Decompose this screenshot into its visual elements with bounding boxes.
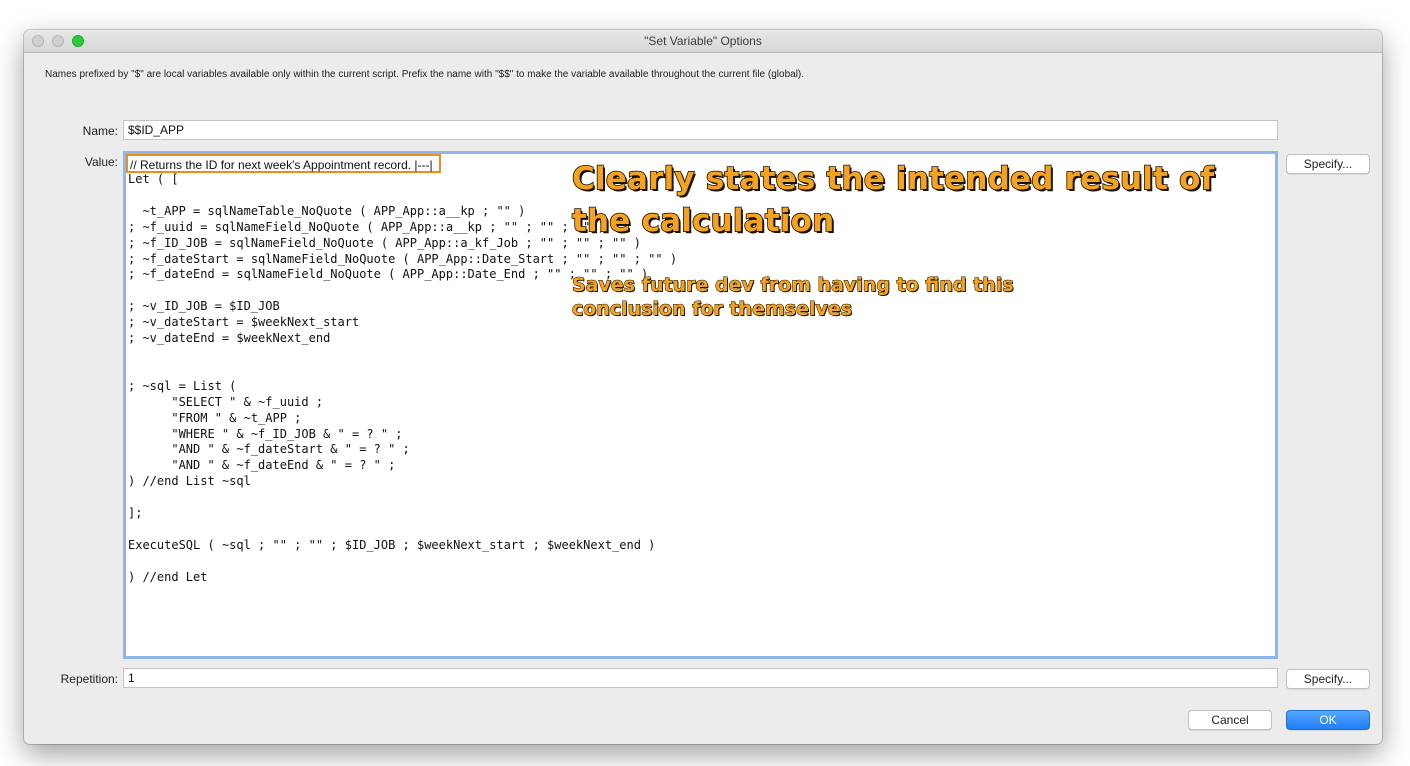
window-title: "Set Variable" Options (644, 34, 762, 48)
title-bar: "Set Variable" Options (24, 30, 1382, 53)
specify-repetition-button[interactable]: Specify... (1286, 669, 1370, 689)
cancel-button[interactable]: Cancel (1188, 710, 1272, 730)
highlighted-comment-line: // Returns the ID for next week's Appoin… (126, 154, 441, 173)
name-field[interactable]: $$ID_APP (123, 120, 1278, 140)
set-variable-dialog: "Set Variable" Options Names prefixed by… (24, 30, 1382, 744)
repetition-label: Repetition: (60, 672, 118, 686)
name-label: Name: (82, 124, 118, 138)
ok-button[interactable]: OK (1286, 710, 1370, 730)
specify-value-button[interactable]: Specify... (1286, 154, 1370, 174)
repetition-field[interactable]: 1 (123, 668, 1278, 688)
annotation-title: Clearly states the intended result of th… (571, 160, 1215, 240)
value-label: Value: (84, 155, 118, 169)
annotation-subtitle: Saves future dev from having to find thi… (572, 274, 1015, 321)
variable-scope-hint: Names prefixed by "$" are local variable… (45, 69, 805, 80)
